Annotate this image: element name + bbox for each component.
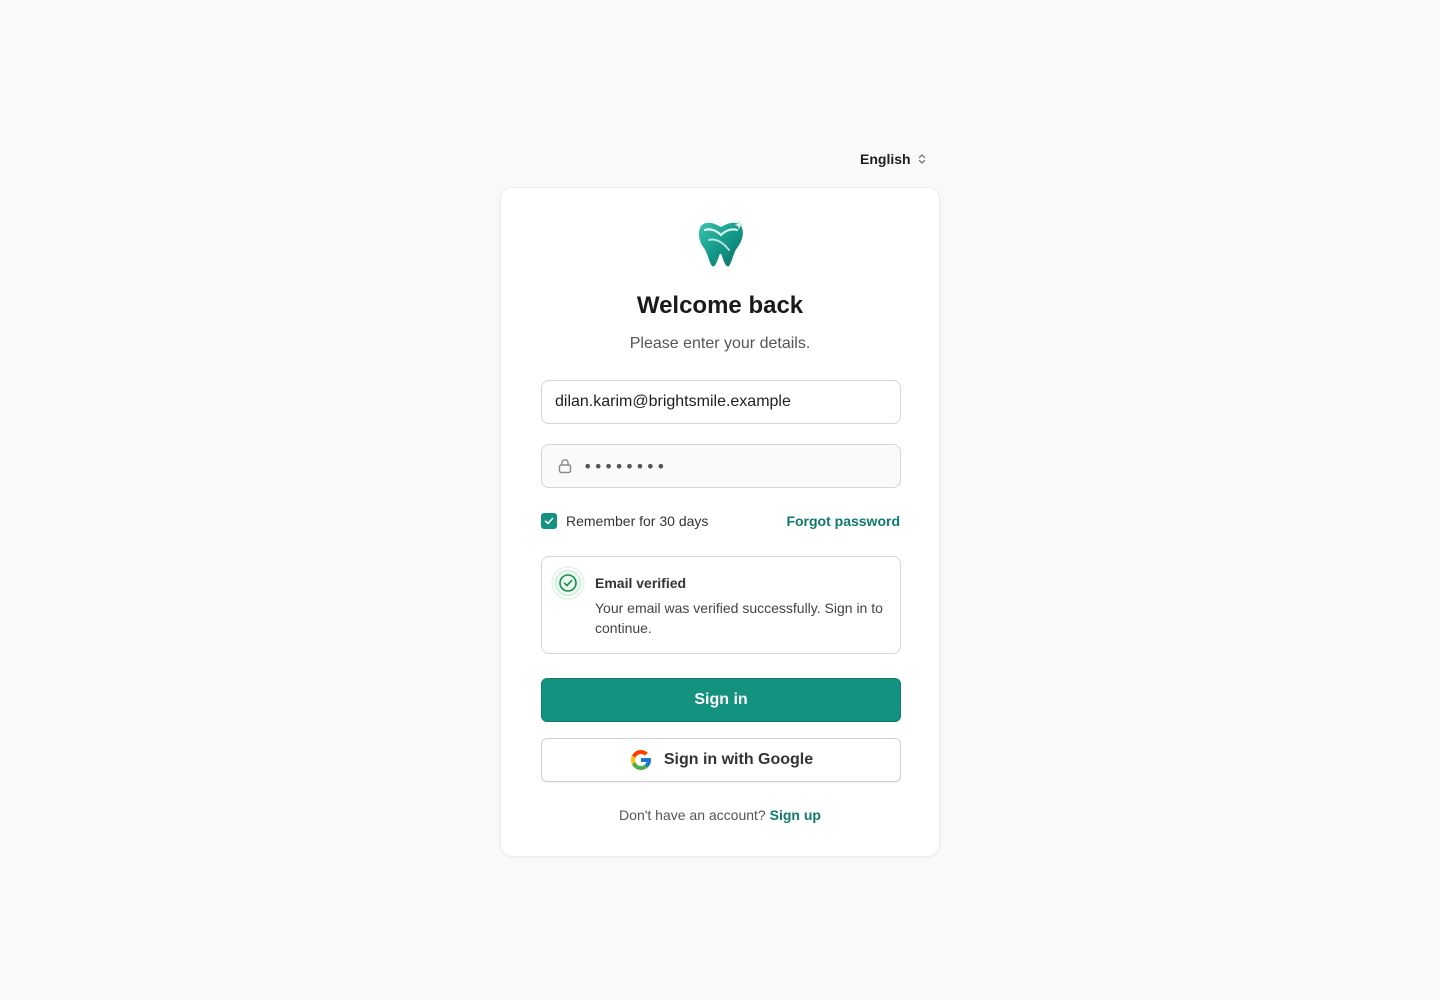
remember-checkbox[interactable] xyxy=(541,513,557,529)
sign-up-link[interactable]: Sign up xyxy=(770,807,821,823)
alert-title: Email verified xyxy=(595,575,687,591)
lock-icon xyxy=(557,458,573,474)
remember-label: Remember for 30 days xyxy=(566,513,709,529)
forgot-password-link[interactable]: Forgot password xyxy=(786,513,900,529)
check-circle-icon xyxy=(551,566,585,600)
password-field-container xyxy=(541,444,901,488)
check-icon xyxy=(544,517,554,525)
alert-message: Your email was verified successfully. Si… xyxy=(595,600,883,636)
email-verified-alert: Email verified Your email was verified s… xyxy=(541,556,901,654)
email-field-container xyxy=(541,380,901,424)
email-field[interactable] xyxy=(542,381,900,423)
google-icon xyxy=(629,748,653,772)
login-card: Welcome back Please enter your details. … xyxy=(500,187,940,857)
remember-me: Remember for 30 days xyxy=(541,513,708,529)
password-field[interactable] xyxy=(573,445,900,487)
google-sign-in-label: Sign in with Google xyxy=(663,751,814,768)
signup-row: Don't have an account? Sign up xyxy=(501,807,939,823)
google-sign-in-button[interactable]: Sign in with Google xyxy=(541,738,901,782)
language-selector[interactable]: English xyxy=(860,151,926,167)
chevron-up-down-icon xyxy=(918,153,926,165)
signup-prompt: Don't have an account? xyxy=(619,807,766,823)
tooth-logo-icon xyxy=(695,218,747,270)
page-subtitle: Please enter your details. xyxy=(629,335,811,352)
page-title: Welcome back xyxy=(636,292,804,319)
sign-in-button[interactable]: Sign in xyxy=(541,678,901,722)
language-label: English xyxy=(860,151,911,167)
